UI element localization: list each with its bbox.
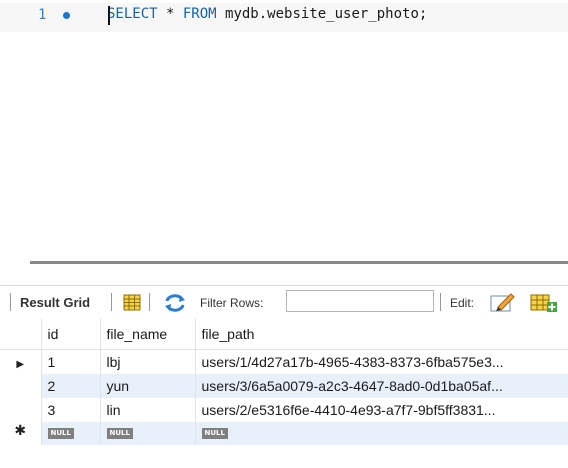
sql-text-table: mydb.website_user_photo;: [216, 6, 428, 22]
cell-file-path[interactable]: users/2/e5316f6e-4410-4e93-a7f7-9bf5ff38…: [195, 398, 568, 422]
cell-id[interactable]: 3: [41, 398, 101, 422]
row-indicator: [0, 374, 42, 398]
header-row: id file_name file_path: [0, 318, 568, 350]
new-row-indicator: ✱: [0, 422, 42, 445]
new-row-star-icon: ✱: [14, 422, 27, 438]
cell-file-name[interactable]: lbj: [100, 349, 196, 374]
cell-id-null[interactable]: NULL: [41, 422, 101, 445]
sql-keyword-select: SELECT: [107, 6, 158, 22]
new-row[interactable]: ✱ NULL NULL NULL: [0, 422, 568, 445]
row-indicator: [0, 398, 42, 422]
splitter-line: [30, 261, 568, 264]
current-row-indicator: ▶: [0, 349, 42, 374]
add-row-icon[interactable]: [530, 291, 558, 318]
panel-splitter[interactable]: [0, 251, 568, 283]
row-indicator-header: [0, 318, 42, 350]
edit-label: Edit:: [450, 296, 475, 310]
cell-file-path-null[interactable]: NULL: [195, 422, 568, 445]
line-number: 1: [38, 7, 47, 23]
statement-marker-icon: [63, 12, 70, 19]
filter-rows-label: Filter Rows:: [200, 296, 264, 310]
null-badge: NULL: [201, 428, 228, 439]
cell-file-path[interactable]: users/1/4d27a17b-4965-4383-8373-6fba575e…: [195, 349, 568, 374]
column-header-id[interactable]: id: [41, 318, 101, 350]
table-row[interactable]: 2 yun users/3/6a5a0079-a2c3-4647-8ad0-0d…: [0, 374, 568, 398]
filter-rows-input[interactable]: [286, 290, 434, 312]
sql-keyword-from: FROM: [182, 6, 217, 22]
cell-file-name[interactable]: lin: [100, 398, 196, 422]
edit-pencil-icon[interactable]: [490, 291, 516, 318]
cell-id[interactable]: 2: [41, 374, 101, 398]
cell-file-path[interactable]: users/3/6a5a0079-a2c3-4647-8ad0-0d1ba05a…: [195, 374, 568, 398]
null-badge: NULL: [47, 428, 74, 439]
sql-statement[interactable]: SELECT * FROM mydb.website_user_photo;: [107, 6, 427, 22]
toolbar-divider: [440, 293, 441, 311]
text-cursor: [108, 6, 110, 25]
toolbar-divider: [111, 293, 112, 311]
toolbar-divider: [10, 293, 11, 311]
sql-editor[interactable]: 1 SELECT * FROM mydb.website_user_photo;: [0, 0, 568, 250]
result-grid: id file_name file_path ▶ 1 lbj users/1/4…: [0, 318, 568, 468]
cell-file-name[interactable]: yun: [100, 374, 196, 398]
table-row[interactable]: ▶ 1 lbj users/1/4d27a17b-4965-4383-8373-…: [0, 349, 568, 374]
column-header-file-path[interactable]: file_path: [195, 318, 568, 350]
cell-file-name-null[interactable]: NULL: [100, 422, 196, 445]
column-header-file-name[interactable]: file_name: [100, 318, 196, 350]
cell-id[interactable]: 1: [41, 349, 101, 374]
sql-text-star: *: [157, 6, 183, 22]
form-view-icon[interactable]: [123, 294, 141, 316]
result-table: id file_name file_path ▶ 1 lbj users/1/4…: [0, 318, 568, 445]
result-toolbar: Result Grid Filter Rows: Edit:: [0, 285, 568, 318]
toolbar-divider: [149, 293, 150, 311]
current-row-arrow-icon: ▶: [16, 359, 25, 370]
null-badge: NULL: [106, 428, 133, 439]
table-row[interactable]: 3 lin users/2/e5316f6e-4410-4e93-a7f7-9b…: [0, 398, 568, 422]
refresh-icon[interactable]: [163, 294, 187, 317]
result-grid-tab[interactable]: Result Grid: [20, 295, 90, 310]
